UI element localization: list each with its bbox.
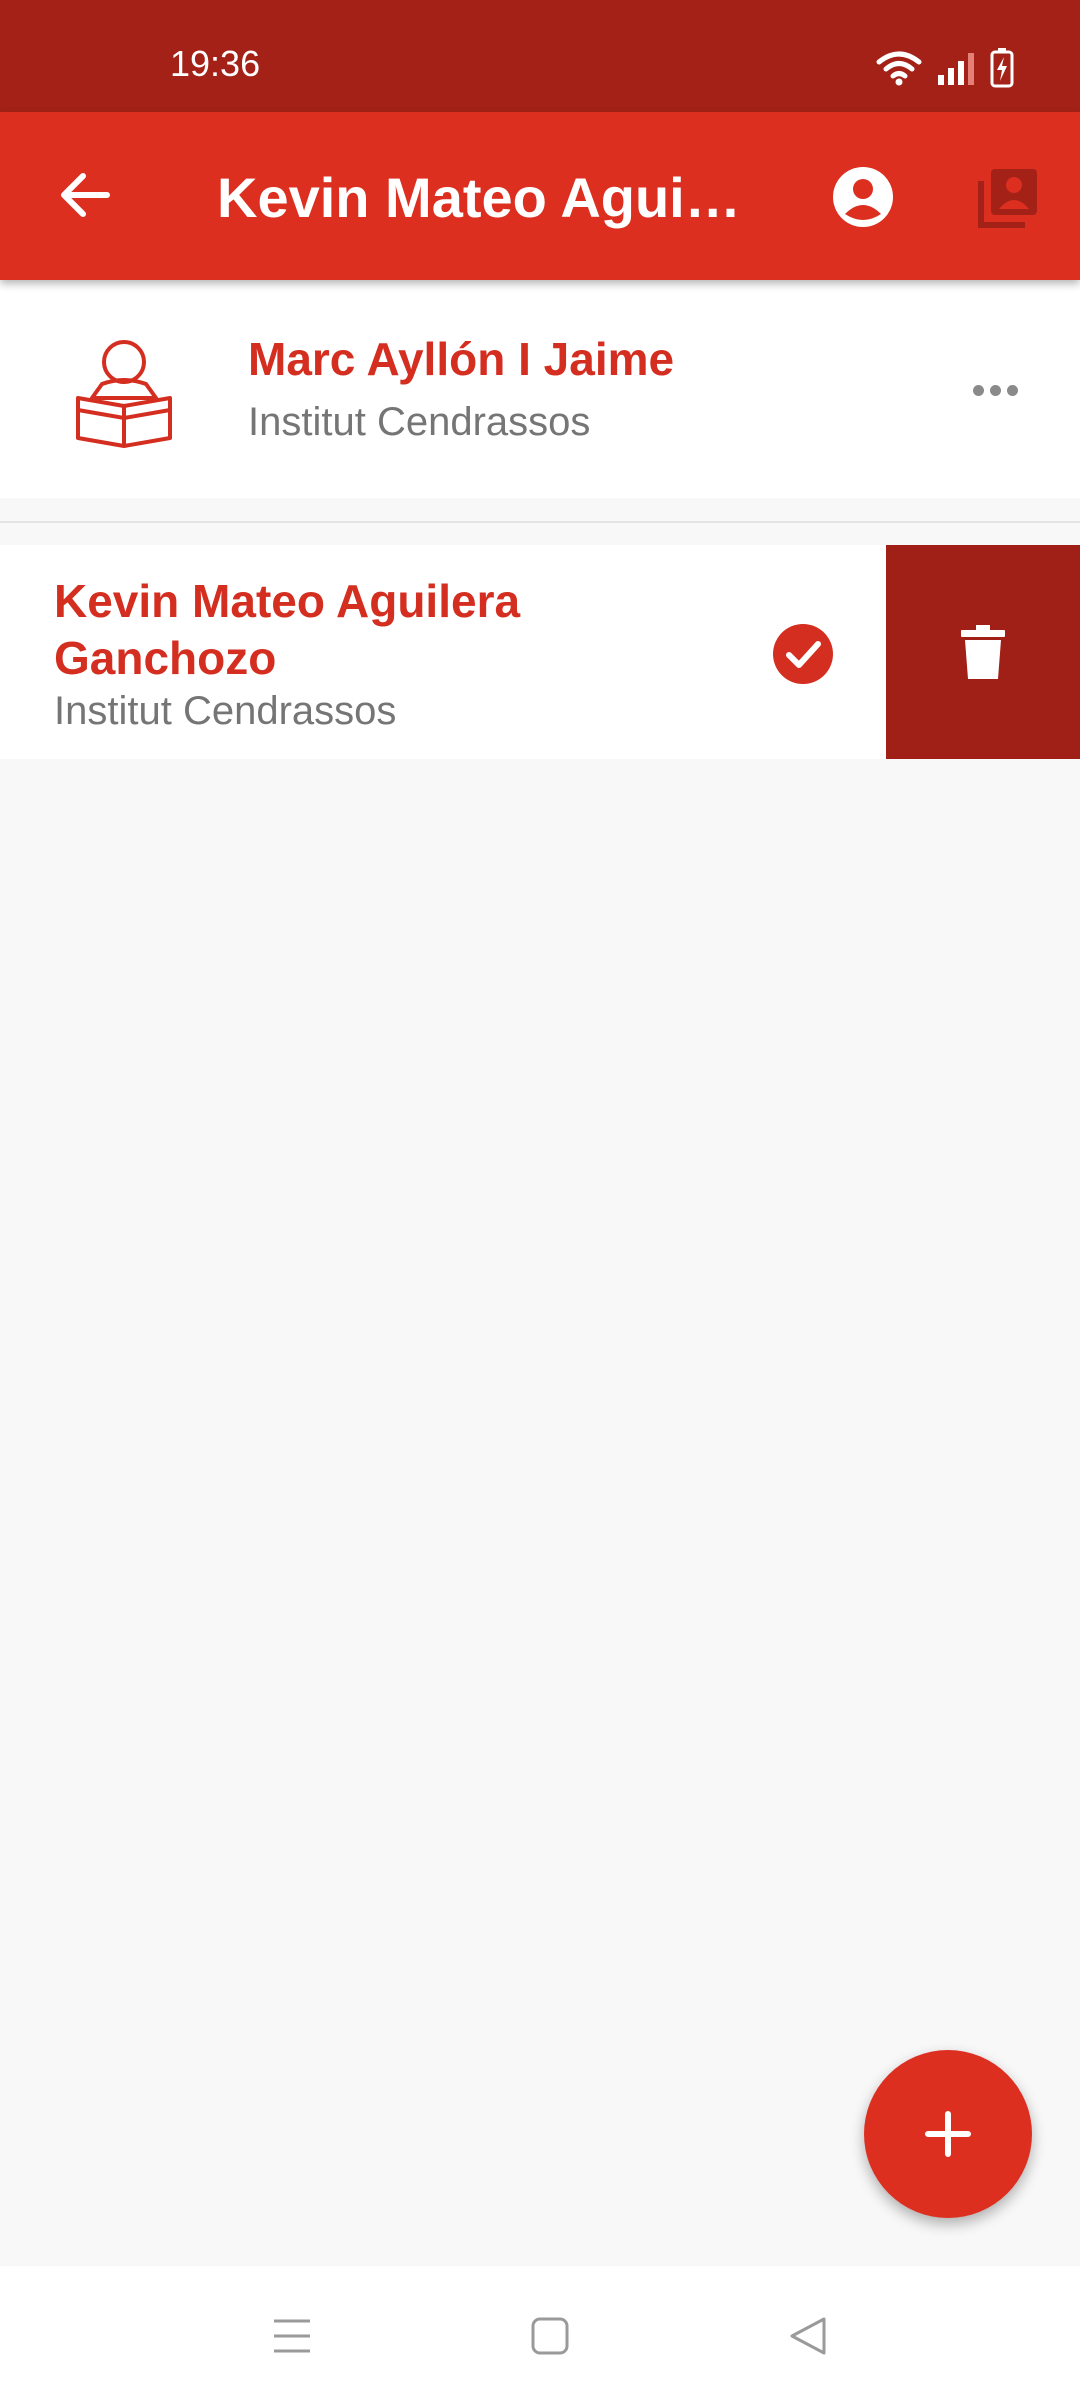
page-title: Kevin Mateo Aguilera Ganchozo	[217, 166, 747, 229]
contacts-button[interactable]	[970, 160, 1046, 236]
teacher-school: Institut Cendrassos	[248, 400, 591, 444]
back-triangle-icon	[790, 2317, 826, 2355]
more-options-button[interactable]	[960, 360, 1030, 420]
contacts-stack-icon	[978, 169, 1037, 228]
more-dot-icon	[989, 384, 1001, 396]
student-school: Institut Cendrassos	[54, 689, 397, 733]
student-name: Kevin Mateo Aguilera Ganchozo	[54, 575, 521, 684]
status-time: 19:36	[170, 43, 261, 84]
more-dot-icon	[972, 384, 984, 396]
teacher-name: Marc Ayllón I Jaime	[248, 333, 675, 385]
add-button[interactable]	[864, 2050, 1032, 2218]
nav-menu-button[interactable]	[262, 2306, 322, 2366]
menu-icon	[274, 2319, 310, 2353]
reader-person-icon	[76, 340, 172, 448]
back-arrow-icon	[61, 173, 110, 217]
profile-button[interactable]	[828, 162, 898, 232]
check-circle-icon[interactable]	[772, 623, 834, 685]
student-row[interactable]: Kevin Mateo Aguilera Ganchozo Institut C…	[0, 545, 1080, 759]
delete-button[interactable]	[886, 545, 1080, 759]
nav-back-button[interactable]	[778, 2306, 838, 2366]
battery-charging-icon	[990, 48, 1014, 88]
home-square-icon	[531, 2317, 569, 2355]
signal-icon	[938, 53, 974, 85]
status-icons	[876, 48, 1014, 88]
wifi-icon	[876, 51, 922, 86]
trash-icon	[961, 625, 1005, 679]
account-circle-icon	[833, 167, 893, 227]
app-bar: Kevin Mateo Aguilera Ganchozo	[0, 112, 1080, 280]
status-bar: 19:36	[0, 0, 1080, 112]
divider	[0, 521, 1080, 523]
back-button[interactable]	[50, 160, 120, 230]
nav-home-button[interactable]	[520, 2306, 580, 2366]
more-dot-icon	[1006, 384, 1018, 396]
system-nav-bar	[0, 2266, 1080, 2400]
plus-icon	[925, 2111, 971, 2157]
teacher-card[interactable]: Marc Ayllón I Jaime Institut Cendrassos	[0, 280, 1080, 498]
